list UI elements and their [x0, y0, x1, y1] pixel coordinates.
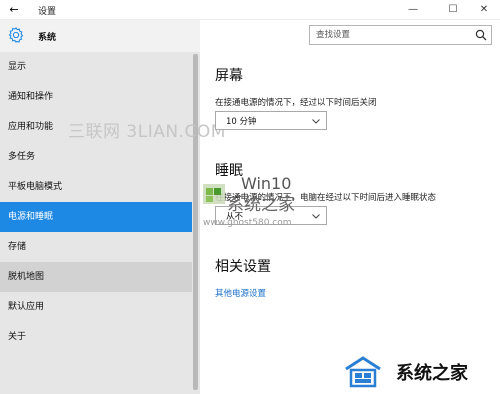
watermark-sanlian: 三联网 3LIAN.COM [68, 122, 226, 142]
house-logo-icon [345, 356, 381, 388]
watermark-win10: Win10 系统之家 [203, 174, 323, 224]
sidebar-header: 系统 [0, 20, 200, 52]
sidebar-item-offline-maps[interactable]: 脱机地图 [0, 262, 192, 292]
screen-heading: 屏幕 [215, 68, 243, 84]
sidebar-item-display[interactable]: 显示 [0, 52, 192, 82]
sidebar-item-about[interactable]: 关于 [0, 322, 192, 352]
scrollbar-thumb[interactable] [193, 54, 198, 390]
sidebar-item-tablet-mode[interactable]: 平板电脑模式 [0, 172, 192, 202]
search-icon[interactable] [475, 29, 487, 41]
window-title: 设置 [38, 7, 57, 17]
screen-off-value: 10 分钟 [226, 117, 257, 127]
sidebar-item-multitasking[interactable]: 多任务 [0, 142, 192, 172]
sidebar-title: 系统 [38, 33, 57, 43]
watermark-win10-cn: 系统之家 [227, 195, 295, 215]
sidebar-item-power-sleep[interactable]: 电源和睡眠 [0, 202, 192, 232]
watermark-ghost-url: www.ghost580.com [203, 218, 292, 228]
sidebar-item-storage[interactable]: 存储 [0, 232, 192, 262]
win10-logo-icon [203, 184, 225, 204]
sidebar-scrollbar[interactable] [192, 52, 199, 394]
minimize-button[interactable]: — [396, 0, 430, 20]
title-bar: ← 设置 — ☐ ✕ [0, 0, 500, 20]
sidebar-nav: 显示 通知和操作 应用和功能 多任务 平板电脑模式 电源和睡眠 存储 脱机地图 … [0, 52, 192, 352]
other-power-settings-link[interactable]: 其他电源设置 [215, 287, 266, 299]
gear-icon [8, 27, 24, 43]
sidebar: 系统 显示 通知和操作 应用和功能 多任务 平板电脑模式 电源和睡眠 存储 脱机… [0, 20, 200, 394]
screen-off-dropdown[interactable]: 10 分钟 [215, 111, 327, 130]
close-button[interactable]: ✕ [467, 0, 500, 20]
screen-description: 在接通电源的情况下，经过以下时间后关闭 [215, 98, 377, 108]
chevron-down-icon [312, 119, 320, 124]
search-box[interactable] [309, 25, 492, 45]
watermark-bottom-text: 系统之家 [396, 363, 468, 384]
back-button[interactable]: ← [6, 2, 22, 18]
maximize-button[interactable]: ☐ [436, 0, 470, 20]
sidebar-item-default-apps[interactable]: 默认应用 [0, 292, 192, 322]
watermark-bottom: 系统之家 [342, 355, 500, 391]
sidebar-item-notifications[interactable]: 通知和操作 [0, 82, 192, 112]
search-input[interactable] [310, 26, 470, 44]
related-heading: 相关设置 [215, 259, 271, 275]
